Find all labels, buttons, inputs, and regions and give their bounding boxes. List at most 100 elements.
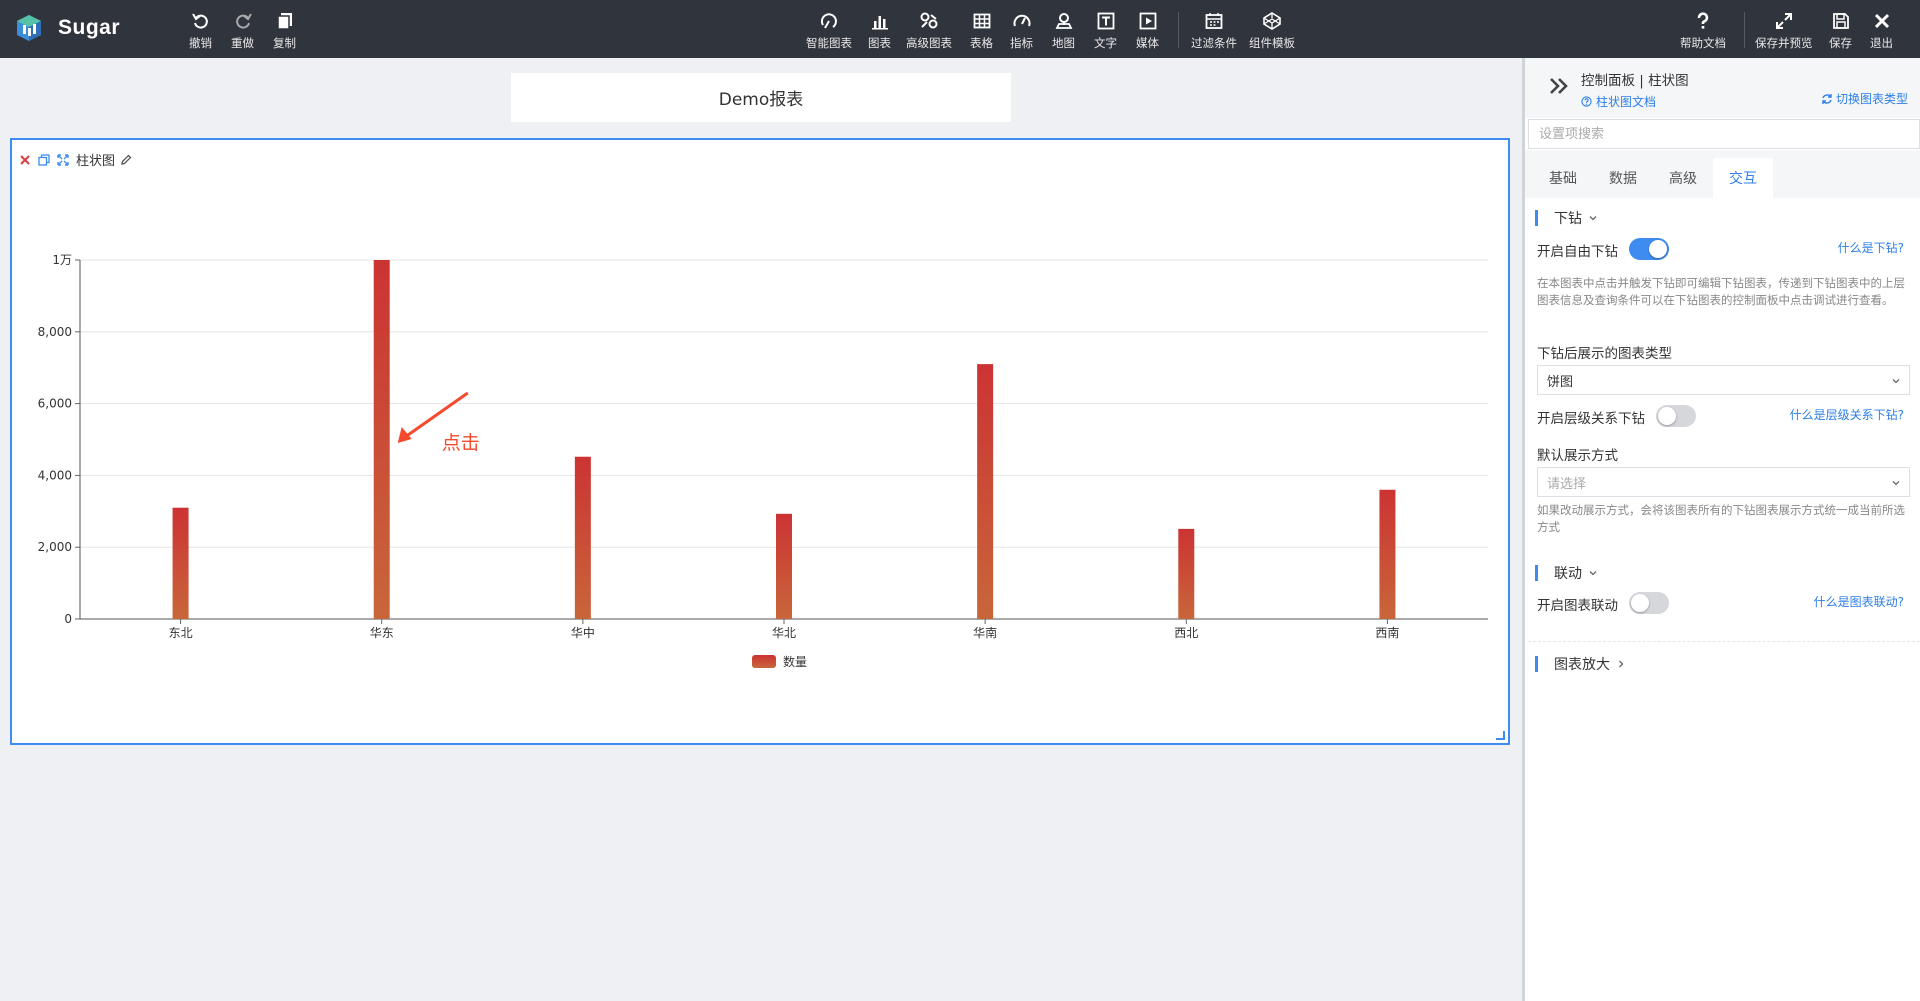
play-icon — [1137, 10, 1159, 32]
free-drill-toggle[interactable] — [1629, 238, 1669, 260]
tab-interaction[interactable]: 交互 — [1713, 158, 1773, 198]
default-display-label: 默认展示方式 — [1537, 448, 1618, 464]
bar-chart-icon — [869, 10, 891, 32]
bar-华南 — [977, 364, 994, 619]
metric-button[interactable]: 指标 — [1010, 10, 1033, 51]
x-tick-label: 华东 — [370, 626, 394, 640]
toolbar-divider — [1178, 12, 1179, 48]
filter-calendar-icon — [1203, 10, 1225, 32]
y-tick-label: 1万 — [52, 253, 72, 267]
chart-doc-link[interactable]: 柱状图文档 — [1581, 93, 1656, 110]
hier-drill-label: 开启层级关系下钻 — [1537, 411, 1645, 427]
drill-chart-type-select[interactable]: 饼图 — [1537, 365, 1910, 395]
zoom-section-header[interactable]: 图表放大 — [1535, 654, 1626, 674]
redo-icon — [232, 10, 254, 32]
tab-basic[interactable]: 基础 — [1533, 158, 1593, 198]
control-panel: 控制面板 | 柱状图 柱状图文档 切换图表类型 基础 数据 高级 交互 下钻 开… — [1522, 58, 1920, 1001]
save-preview-button[interactable]: 保存并预览 — [1755, 10, 1813, 51]
chevron-down-icon — [1589, 216, 1597, 221]
smart-chart-icon — [818, 10, 840, 32]
bar-chart-card[interactable]: 柱状图 0 2,000 4,000 6,000 8,000 1万 东北 华东 华中 华北 华南 西北西… — [10, 138, 1510, 745]
y-tick-label: 6,000 — [38, 397, 72, 411]
advanced-chart-button[interactable]: 高级图表 — [906, 10, 952, 51]
text-icon — [1095, 10, 1117, 32]
chevron-right-icon — [1619, 660, 1624, 668]
default-display-select[interactable]: 请选择 — [1537, 467, 1910, 497]
app-name: Sugar — [58, 16, 121, 39]
bar-西北 — [1178, 528, 1195, 619]
help-circle-icon — [1581, 96, 1592, 107]
chart-button[interactable]: 图表 — [868, 10, 891, 51]
annotation-text: 点击 — [442, 432, 480, 454]
report-title[interactable]: Demo报表 — [511, 73, 1011, 122]
table-button[interactable]: 表格 — [970, 10, 993, 51]
section-divider — [1528, 641, 1920, 642]
legend-swatch — [752, 655, 776, 668]
filter-button[interactable]: 过滤条件 — [1191, 10, 1237, 51]
x-tick-label: 西北 — [1174, 626, 1198, 640]
table-icon — [971, 10, 993, 32]
y-tick-label: 0 — [64, 612, 72, 626]
brand[interactable]: Sugar — [14, 13, 120, 43]
close-icon — [1871, 10, 1893, 32]
redo-button[interactable]: 重做 — [231, 10, 254, 51]
hier-drill-toggle[interactable] — [1656, 405, 1696, 427]
y-tick-label: 8,000 — [38, 325, 72, 339]
copy-icon — [274, 10, 296, 32]
linkage-section-header[interactable]: 联动 — [1535, 563, 1598, 583]
double-chevron-right-icon[interactable] — [1547, 74, 1571, 98]
exit-button[interactable]: 退出 — [1870, 10, 1893, 51]
bar-西南 — [1379, 489, 1396, 619]
top-toolbar: Sugar 撤销 重做 复制 智能图表 图表 高级图表 表格 指标 地图 文字 — [0, 0, 1920, 58]
map-button[interactable]: 地图 — [1052, 10, 1075, 51]
legend-label: 数量 — [783, 654, 807, 669]
x-tick-label: 华北 — [772, 626, 796, 640]
display-description: 如果改动展示方式，会将该图表所有的下钻图表展示方式统一成当前所选方式 — [1537, 503, 1905, 534]
panel-header: 控制面板 | 柱状图 柱状图文档 切换图表类型 — [1525, 58, 1920, 118]
what-is-hier-drill-link[interactable]: 什么是层级关系下钻? — [1790, 406, 1904, 423]
x-tick-label: 华中 — [571, 625, 595, 640]
what-is-linkage-link[interactable]: 什么是图表联动? — [1814, 593, 1904, 610]
refresh-icon — [1822, 93, 1832, 104]
expand-icon — [1773, 10, 1795, 32]
copy-button[interactable]: 复制 — [273, 10, 296, 51]
report-canvas: Demo报表 柱状图 0 2,000 4,000 6,000 8,000 1万 东北 华东 华中… — [0, 58, 1522, 1001]
bar-chart: 0 2,000 4,000 6,000 8,000 1万东北 华东 华中 华北 华南 西北 西南数量 点… — [38, 253, 1488, 669]
template-button[interactable]: 组件模板 — [1249, 10, 1295, 51]
text-button[interactable]: 文字 — [1094, 10, 1117, 51]
save-button[interactable]: 保存 — [1829, 10, 1852, 51]
settings-search-input[interactable] — [1528, 119, 1920, 149]
x-tick-label: 东北 — [169, 626, 193, 640]
x-tick-label: 西南 — [1375, 625, 1399, 640]
bar-华东 — [373, 260, 390, 619]
panel-tabs: 基础 数据 高级 交互 — [1525, 150, 1920, 198]
undo-icon — [190, 10, 212, 32]
linkage-label: 开启图表联动 — [1537, 598, 1618, 614]
map-pin-icon — [1053, 10, 1075, 32]
what-is-drill-link[interactable]: 什么是下钻? — [1838, 239, 1904, 256]
help-doc-button[interactable]: 帮助文档 — [1680, 10, 1726, 51]
switch-chart-type-link[interactable]: 切换图表类型 — [1821, 90, 1908, 107]
free-drill-label: 开启自由下钻 — [1537, 244, 1618, 260]
x-tick-label: 华南 — [973, 625, 997, 640]
panel-title: 控制面板 | 柱状图 — [1581, 73, 1689, 89]
advanced-chart-icon — [918, 10, 940, 32]
toolbar-divider-2 — [1744, 12, 1745, 48]
codepen-icon — [1261, 10, 1283, 32]
linkage-toggle[interactable] — [1629, 592, 1669, 614]
gauge-icon — [1011, 10, 1033, 32]
tab-data[interactable]: 数据 — [1593, 158, 1653, 198]
chevron-down-icon — [1892, 379, 1900, 384]
bar-东北 — [172, 507, 189, 619]
resize-handle[interactable] — [1496, 731, 1505, 740]
undo-button[interactable]: 撤销 — [189, 10, 212, 51]
sugar-logo-icon — [17, 15, 41, 41]
smart-chart-button[interactable]: 智能图表 — [806, 10, 852, 51]
media-button[interactable]: 媒体 — [1136, 10, 1159, 51]
drill-section-header[interactable]: 下钻 — [1535, 208, 1598, 228]
drill-chart-type-label: 下钻后展示的图表类型 — [1537, 346, 1672, 362]
chevron-down-icon — [1892, 481, 1900, 486]
bar-华中 — [574, 456, 591, 619]
tab-advanced[interactable]: 高级 — [1653, 158, 1713, 198]
bar-华北 — [776, 513, 792, 619]
